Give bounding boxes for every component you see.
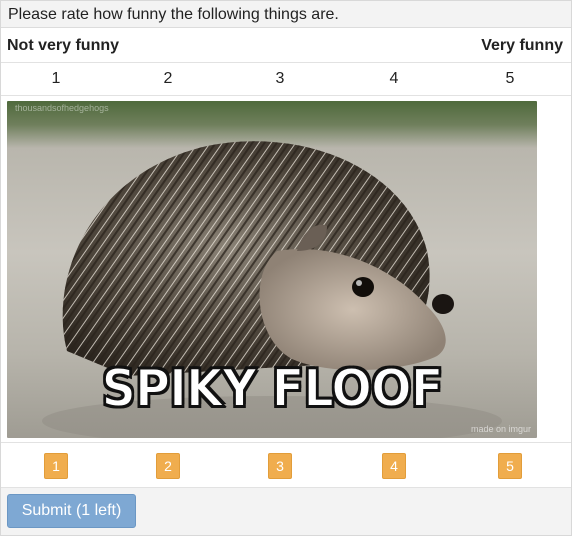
meme-watermark-top: thousandsofhedgehogs [15,103,109,113]
task-prompt: Please rate how funny the following thin… [1,1,571,28]
rate-4-button[interactable]: 4 [382,453,406,479]
scale-number-4: 4 [389,70,399,87]
rate-2-button[interactable]: 2 [156,453,180,479]
scale-endpoints: Not very funny Very funny [1,29,571,63]
rate-3-button[interactable]: 3 [268,453,292,479]
footer-bar: Submit (1 left) [1,488,571,535]
rate-5-button[interactable]: 5 [498,453,522,479]
meme-image: thousandsofhedgehogs SPIKY FLOOF made on… [7,101,537,438]
scale-number-2: 2 [163,70,173,87]
scale-number-5: 5 [505,70,515,87]
rate-1-button[interactable]: 1 [44,453,68,479]
rating-button-row: 1 2 3 4 5 [1,443,571,488]
meme-caption: SPIKY FLOOF [101,358,445,420]
scale-number-1: 1 [51,70,61,87]
scale-number-3: 3 [275,70,285,87]
scale-numbers: 1 2 3 4 5 [1,63,571,96]
scale-high-label: Very funny [481,37,563,54]
scale-low-label: Not very funny [7,37,120,54]
rating-task-panel: Please rate how funny the following thin… [0,0,572,536]
item-image-area: thousandsofhedgehogs SPIKY FLOOF made on… [1,96,571,443]
meme-watermark-bottom: made on imgur [470,424,531,434]
submit-button[interactable]: Submit (1 left) [7,494,136,528]
